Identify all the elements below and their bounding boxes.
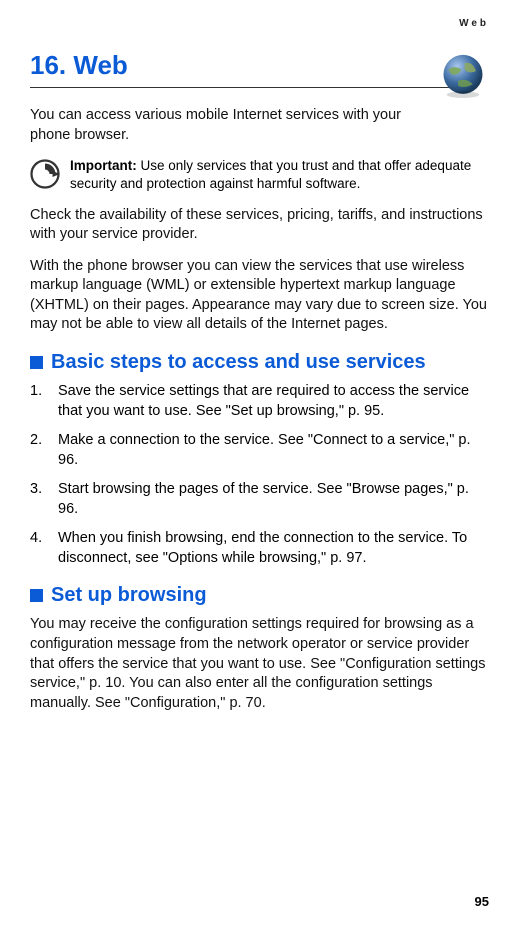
list-number: 4. <box>30 529 48 568</box>
intro-paragraph: You can access various mobile Internet s… <box>30 106 410 145</box>
section-title-setup-browsing: Set up browsing <box>51 584 207 607</box>
title-divider <box>30 87 470 88</box>
list-item: 2. Make a connection to the service. See … <box>30 431 489 470</box>
list-text: Save the service settings that are requi… <box>58 382 489 421</box>
list-text: Make a connection to the service. See "C… <box>58 431 489 470</box>
list-number: 2. <box>30 431 48 470</box>
list-item: 4. When you finish browsing, end the conn… <box>30 529 489 568</box>
list-number: 1. <box>30 382 48 421</box>
square-bullet-icon <box>30 589 43 602</box>
section-title-basic-steps: Basic steps to access and use services <box>51 351 426 374</box>
section-heading-basic-steps: Basic steps to access and use services <box>30 351 489 374</box>
list-number: 3. <box>30 480 48 519</box>
paragraph-availability: Check the availability of these services… <box>30 206 489 245</box>
steps-list: 1. Save the service settings that are req… <box>30 382 489 569</box>
page-number: 95 <box>475 894 489 909</box>
square-bullet-icon <box>30 356 43 369</box>
header-running-title: Web <box>459 18 489 29</box>
globe-icon <box>437 50 489 102</box>
list-text: When you finish browsing, end the connec… <box>58 529 489 568</box>
list-item: 1. Save the service settings that are req… <box>30 382 489 421</box>
important-note: Important: Use only services that you tr… <box>30 157 489 193</box>
important-label: Important: <box>70 158 137 173</box>
list-item: 3. Start browsing the pages of the servic… <box>30 480 489 519</box>
important-text: Important: Use only services that you tr… <box>70 157 489 193</box>
list-text: Start browsing the pages of the service.… <box>58 480 489 519</box>
paragraph-setup-browsing: You may receive the configuration settin… <box>30 615 489 713</box>
chapter-title: 16. Web <box>30 50 489 81</box>
paragraph-browser-capabilities: With the phone browser you can view the … <box>30 257 489 335</box>
section-heading-setup-browsing: Set up browsing <box>30 584 489 607</box>
important-icon <box>30 159 60 189</box>
